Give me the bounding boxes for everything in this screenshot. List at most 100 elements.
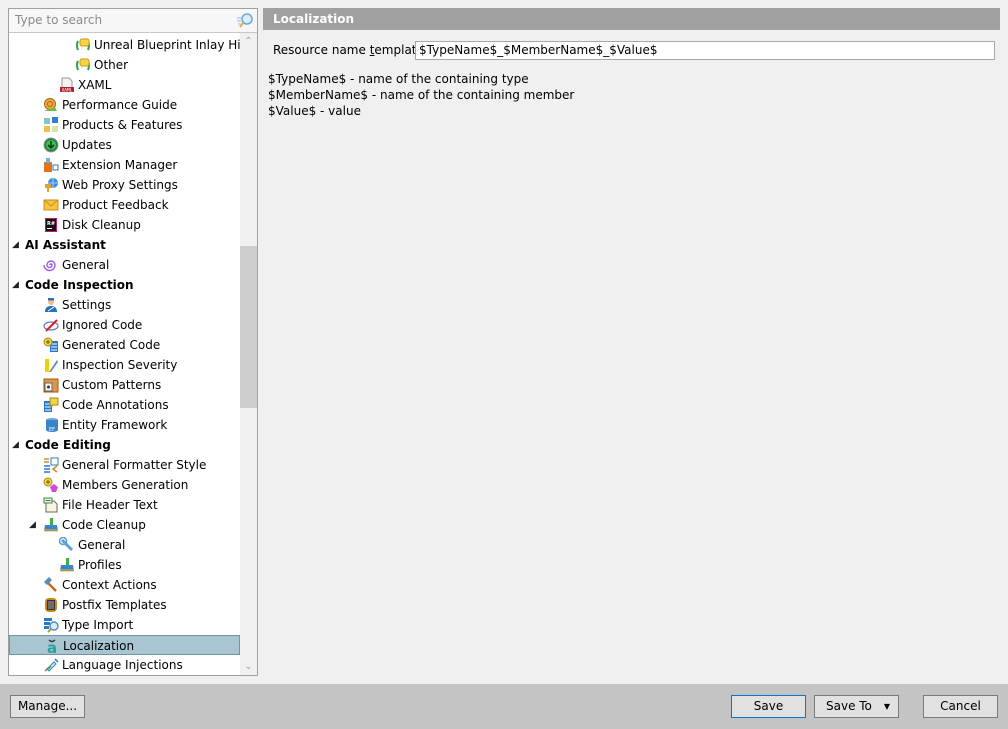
tree-item-label: Members Generation xyxy=(62,478,189,492)
tree-item-label: General xyxy=(62,258,110,272)
tree-item-label: Localization xyxy=(63,639,135,653)
tree-item-label: Profiles xyxy=(78,558,122,572)
tree-item[interactable]: Postfix Templates xyxy=(9,595,240,615)
tree-item-label: Web Proxy Settings xyxy=(62,178,178,192)
resharper-icon: R# xyxy=(45,218,57,232)
tree-item[interactable]: Code Annotations xyxy=(9,395,240,415)
generated-code-icon xyxy=(43,337,58,352)
search-icon[interactable] xyxy=(236,12,254,28)
scroll-down-button[interactable]: ⌄ xyxy=(240,658,257,675)
tree-item-label: Code Cleanup xyxy=(62,518,146,532)
tree-item-label: Disk Cleanup xyxy=(62,218,141,232)
manage-button[interactable]: Manage... xyxy=(10,695,85,718)
inlay-hints-icon xyxy=(76,38,90,51)
tree-item-label: XAML xyxy=(78,78,112,92)
expand-arrow-icon[interactable]: ◢ xyxy=(12,235,22,255)
save-to-label: Save To xyxy=(826,699,872,713)
tree-item[interactable]: Updates xyxy=(9,135,240,155)
tree-item[interactable]: Extension Manager xyxy=(9,155,240,175)
tree-item[interactable]: Unreal Blueprint Inlay Hints xyxy=(9,35,240,55)
tree-item-label: Context Actions xyxy=(62,578,157,592)
tree-item[interactable]: Inspection Severity xyxy=(9,355,240,375)
tree-item-label: Type Import xyxy=(62,618,134,632)
tree-item-label: Other xyxy=(94,58,129,72)
custom-patterns-icon xyxy=(43,378,59,393)
tree-item-label: Settings xyxy=(62,298,112,312)
tree-item[interactable]: Ignored Code xyxy=(9,315,240,335)
tree-item[interactable]: Performance Guide xyxy=(9,95,240,115)
scrollbar-thumb[interactable] xyxy=(240,246,257,408)
tree-item-label: Language Injections xyxy=(62,658,183,672)
members-generation-icon xyxy=(43,477,58,492)
svg-text:R#: R# xyxy=(47,221,55,227)
cancel-button[interactable]: Cancel xyxy=(923,695,998,718)
tree-item-label: Postfix Templates xyxy=(62,598,167,612)
ai-spiral-icon xyxy=(43,260,56,272)
entity-framework-icon: EF xyxy=(46,418,58,433)
expand-arrow-icon[interactable]: ◢ xyxy=(29,515,39,535)
tree-item[interactable]: Other xyxy=(9,55,240,75)
svg-text:XAML: XAML xyxy=(62,87,73,93)
tree-item[interactable]: General xyxy=(9,535,240,555)
tree-item-label: Entity Framework xyxy=(62,418,168,432)
tree-item[interactable]: R# Disk Cleanup xyxy=(9,215,240,235)
hammer-icon xyxy=(44,577,57,592)
tree-item[interactable]: XAML XAML xyxy=(9,75,240,95)
tree-item-label: Inspection Severity xyxy=(62,358,178,372)
tree-item[interactable]: ◢ Code Cleanup xyxy=(9,515,240,535)
tree-item[interactable]: Products & Features xyxy=(9,115,240,135)
expand-arrow-icon[interactable]: ◢ xyxy=(12,275,22,295)
tree-item[interactable]: a Localization xyxy=(9,635,240,655)
tree-item[interactable]: Custom Patterns xyxy=(9,375,240,395)
tree-item[interactable]: Profiles xyxy=(9,555,240,575)
resource-name-template-label: Resource name template: xyxy=(273,42,428,58)
formatter-icon xyxy=(44,457,59,473)
ignored-code-icon xyxy=(43,319,59,332)
tree-item-label: Extension Manager xyxy=(62,158,178,172)
tree-item-label: General xyxy=(78,538,126,552)
postfix-templates-icon xyxy=(45,598,57,612)
tree-item-label: Unreal Blueprint Inlay Hints xyxy=(94,38,240,52)
search-input[interactable] xyxy=(11,11,241,29)
tree-item[interactable]: Product Feedback xyxy=(9,195,240,215)
xaml-file-icon: XAML xyxy=(60,77,74,93)
tree-item-label: Code Editing xyxy=(25,438,111,452)
save-button[interactable]: Save xyxy=(731,695,806,718)
download-arrow-icon xyxy=(43,137,59,153)
tree-item[interactable]: Settings xyxy=(9,295,240,315)
tree-item[interactable]: Type Import xyxy=(9,615,240,635)
settings-navigation-panel: Unreal Blueprint Inlay HintsOtherXAMLXAM… xyxy=(8,8,258,676)
help-typename: $TypeName$ - name of the containing type xyxy=(268,72,529,86)
tree-item[interactable]: General Formatter Style xyxy=(9,455,240,475)
tree-item[interactable]: General xyxy=(9,255,240,275)
dropdown-arrow-icon: ▼ xyxy=(883,702,890,711)
scroll-up-button[interactable]: ⌃ xyxy=(240,33,257,50)
products-grid-icon xyxy=(44,117,58,132)
tree-scrollbar[interactable]: ⌃ ⌄ xyxy=(240,33,257,675)
severity-icon xyxy=(45,359,58,372)
tree-item[interactable]: EF Entity Framework xyxy=(9,415,240,435)
code-annotations-icon xyxy=(44,397,59,412)
tree-item[interactable]: Language Injections xyxy=(9,655,240,675)
tree-group[interactable]: ◢ AI Assistant xyxy=(9,235,240,255)
expand-arrow-icon[interactable]: ◢ xyxy=(12,435,22,455)
tree-item[interactable]: File Header Text xyxy=(9,495,240,515)
dialog-footer: Manage... Save Save To ▼ Cancel xyxy=(0,684,1008,729)
tree-group[interactable]: ◢ Code Editing xyxy=(9,435,240,455)
save-to-button[interactable]: Save To ▼ xyxy=(814,695,899,718)
tree-item[interactable]: Context Actions xyxy=(9,575,240,595)
tree-item[interactable]: Web Proxy Settings xyxy=(9,175,240,195)
tree-item[interactable]: Members Generation xyxy=(9,475,240,495)
resource-name-template-input[interactable]: $TypeName$_$MemberName$_$Value$ xyxy=(415,41,995,60)
snail-icon xyxy=(44,98,57,111)
tree-item-label: Code Annotations xyxy=(62,398,169,412)
broom-icon xyxy=(44,518,58,532)
syringe-icon xyxy=(44,658,59,672)
tree-item-label: AI Assistant xyxy=(25,238,106,252)
page-title: Localization xyxy=(263,8,1000,30)
label-text-pre: Resource name xyxy=(273,43,370,57)
envelope-icon xyxy=(43,199,59,211)
help-value: $Value$ - value xyxy=(268,104,361,118)
tree-item[interactable]: Generated Code xyxy=(9,335,240,355)
tree-group[interactable]: ◢ Code Inspection xyxy=(9,275,240,295)
